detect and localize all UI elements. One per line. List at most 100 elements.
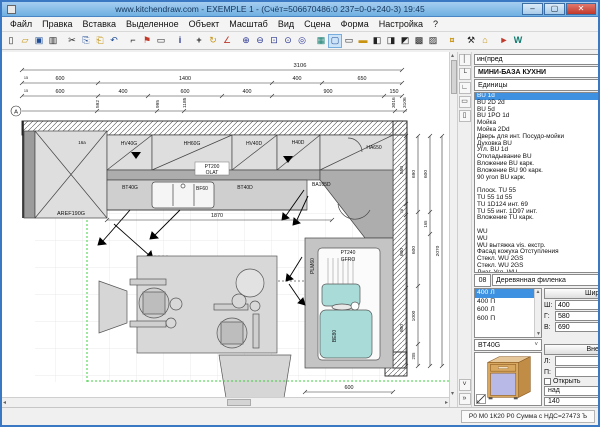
- word-export-icon[interactable]: W: [511, 34, 525, 48]
- right-input[interactable]: [555, 367, 600, 377]
- render-icon[interactable]: ▨: [426, 34, 440, 48]
- menu-selection[interactable]: Выделенное: [121, 19, 184, 29]
- move-icon[interactable]: +: [192, 34, 206, 48]
- perspective-view-2-icon[interactable]: ◨: [384, 34, 398, 48]
- open-icon[interactable]: ▱: [18, 34, 32, 48]
- left-input[interactable]: [555, 356, 600, 366]
- room-icon[interactable]: ▭: [459, 96, 471, 108]
- menu-view[interactable]: Вид: [273, 19, 299, 29]
- style-row: 08 Деревянная филенка ˅: [474, 274, 600, 287]
- close-button[interactable]: ✕: [566, 3, 596, 15]
- variant-item[interactable]: 400 Л: [475, 289, 536, 298]
- cabinet-preview: [474, 352, 542, 406]
- copy-icon[interactable]: ⎘: [79, 34, 93, 48]
- perspective-view-icon[interactable]: ◧: [370, 34, 384, 48]
- insert-button[interactable]: Внести: [544, 344, 600, 355]
- open-checkbox[interactable]: [544, 378, 551, 385]
- export-3d-icon[interactable]: ⌂: [478, 34, 492, 48]
- save-icon[interactable]: ▣: [32, 34, 46, 48]
- sheet-icon[interactable]: ▯: [459, 110, 471, 122]
- list-item[interactable]: Диаг. Угл. WU: [475, 270, 600, 272]
- menu-object[interactable]: Объект: [184, 19, 225, 29]
- list-item[interactable]: Вложение TU карк.: [475, 215, 600, 222]
- lower-unit-label-1: PLM60: [310, 258, 316, 274]
- minimize-button[interactable]: –: [522, 3, 543, 15]
- width-input[interactable]: [555, 300, 600, 310]
- cornice-tool-icon[interactable]: ⌐: [126, 34, 140, 48]
- variant-item[interactable]: 400 П: [475, 298, 541, 307]
- scroll-right-icon[interactable]: ▸: [445, 399, 448, 406]
- over-dropdown[interactable]: над ˅: [544, 386, 600, 395]
- panel-expand-right-icon[interactable]: »: [459, 393, 471, 405]
- drawing-canvas[interactable]: AREF190G 16a HV40G HH60G HV40D H40D: [2, 52, 449, 407]
- list-item[interactable]: [475, 222, 600, 229]
- menu-insert[interactable]: Вставка: [78, 19, 121, 29]
- vscroll-thumb[interactable]: [451, 60, 457, 94]
- variant-scroll-up-icon[interactable]: ▲: [536, 289, 541, 295]
- variant-item[interactable]: 600 Л: [475, 306, 541, 315]
- list-item[interactable]: 90 угол BU карк.: [475, 175, 600, 182]
- print-icon[interactable]: ▥: [46, 34, 60, 48]
- menu-edit[interactable]: Правка: [37, 19, 77, 29]
- width-button[interactable]: Ширина: [544, 288, 600, 299]
- worktop-plan-icon[interactable]: ▦: [314, 34, 328, 48]
- section-dropdown[interactable]: Единицы ˅: [474, 79, 600, 91]
- panel-style-dropdown[interactable]: Деревянная филенка ˅: [492, 274, 600, 286]
- export-icon[interactable]: ►: [497, 34, 511, 48]
- elevation-dropdown[interactable]: 140 ˅: [544, 397, 600, 406]
- list-item[interactable]: WU: [475, 229, 600, 236]
- search-input[interactable]: [474, 54, 600, 65]
- dimension-corner-icon[interactable]: [476, 394, 486, 404]
- wall-straight-icon[interactable]: │: [459, 54, 471, 66]
- depth-input[interactable]: [555, 311, 600, 321]
- zoom-in-icon[interactable]: ⊕: [239, 34, 253, 48]
- zone-tool-icon[interactable]: ▭: [154, 34, 168, 48]
- style-code-field[interactable]: 08: [474, 274, 491, 287]
- maximize-button[interactable]: ▢: [544, 3, 565, 15]
- menu-file[interactable]: Файл: [5, 19, 37, 29]
- zoom-out-icon[interactable]: ⊖: [253, 34, 267, 48]
- canvas-vscrollbar[interactable]: ▴ ▾: [449, 52, 458, 407]
- undo-icon[interactable]: ↶: [107, 34, 121, 48]
- zoom-previous-icon[interactable]: ⊙: [281, 34, 295, 48]
- menu-settings[interactable]: Настройка: [374, 19, 428, 29]
- panel-expand-down-icon[interactable]: ˅: [459, 379, 471, 391]
- camera-icon[interactable]: ▩: [412, 34, 426, 48]
- dim-r2-1: 600: [56, 76, 65, 82]
- elevation-view-icon[interactable]: ▭: [342, 34, 356, 48]
- catalog-dropdown[interactable]: МИНИ-БАЗА КУХНИ ˅: [474, 66, 600, 78]
- model-code-dropdown[interactable]: BT40G ˅: [474, 339, 542, 351]
- dimension-tool-icon[interactable]: ⚑: [140, 34, 154, 48]
- size-tools-row: ⤢ ⊞: [544, 333, 600, 343]
- variant-scroll-down-icon[interactable]: ▼: [536, 331, 541, 337]
- scroll-up-icon[interactable]: ▴: [451, 52, 454, 59]
- scroll-left-icon[interactable]: ◂: [3, 399, 6, 406]
- cut-icon[interactable]: ✂: [65, 34, 79, 48]
- zoom-window-icon[interactable]: ⊡: [267, 34, 281, 48]
- paste-icon[interactable]: ⎗: [93, 34, 107, 48]
- tall-cabinet-aref190g[interactable]: [24, 131, 107, 218]
- colored-elevation-icon[interactable]: ▬: [356, 34, 370, 48]
- wall-corner-icon[interactable]: └: [459, 68, 471, 80]
- estimate-icon[interactable]: ⚒: [464, 34, 478, 48]
- wall-toolstrip: │ └ ∟ ▭ ▯ ˅ »: [458, 52, 472, 407]
- angle-icon[interactable]: ∠: [220, 34, 234, 48]
- zoom-all-icon[interactable]: ◎: [295, 34, 309, 48]
- variant-scrollbar[interactable]: ▲ ▼: [534, 289, 541, 337]
- wall-angle-icon[interactable]: ∟: [459, 82, 471, 94]
- scroll-down-icon[interactable]: ▾: [451, 390, 454, 397]
- info-icon[interactable]: i: [173, 34, 187, 48]
- plan-view-icon[interactable]: ▢: [328, 34, 342, 48]
- menu-help[interactable]: ?: [428, 19, 443, 29]
- height-input[interactable]: [555, 322, 600, 332]
- light-icon[interactable]: ¤: [445, 34, 459, 48]
- canvas-hscrollbar[interactable]: ◂ ▸: [2, 397, 449, 407]
- rotate-icon[interactable]: ↻: [206, 34, 220, 48]
- menu-shape[interactable]: Форма: [336, 19, 374, 29]
- new-document-icon[interactable]: ▯: [4, 34, 18, 48]
- menu-scene[interactable]: Сцена: [299, 19, 336, 29]
- menu-scale[interactable]: Масштаб: [224, 19, 273, 29]
- perspective-view-3-icon[interactable]: ◩: [398, 34, 412, 48]
- variant-item[interactable]: 600 П: [475, 315, 541, 324]
- hscroll-thumb[interactable]: [227, 399, 251, 406]
